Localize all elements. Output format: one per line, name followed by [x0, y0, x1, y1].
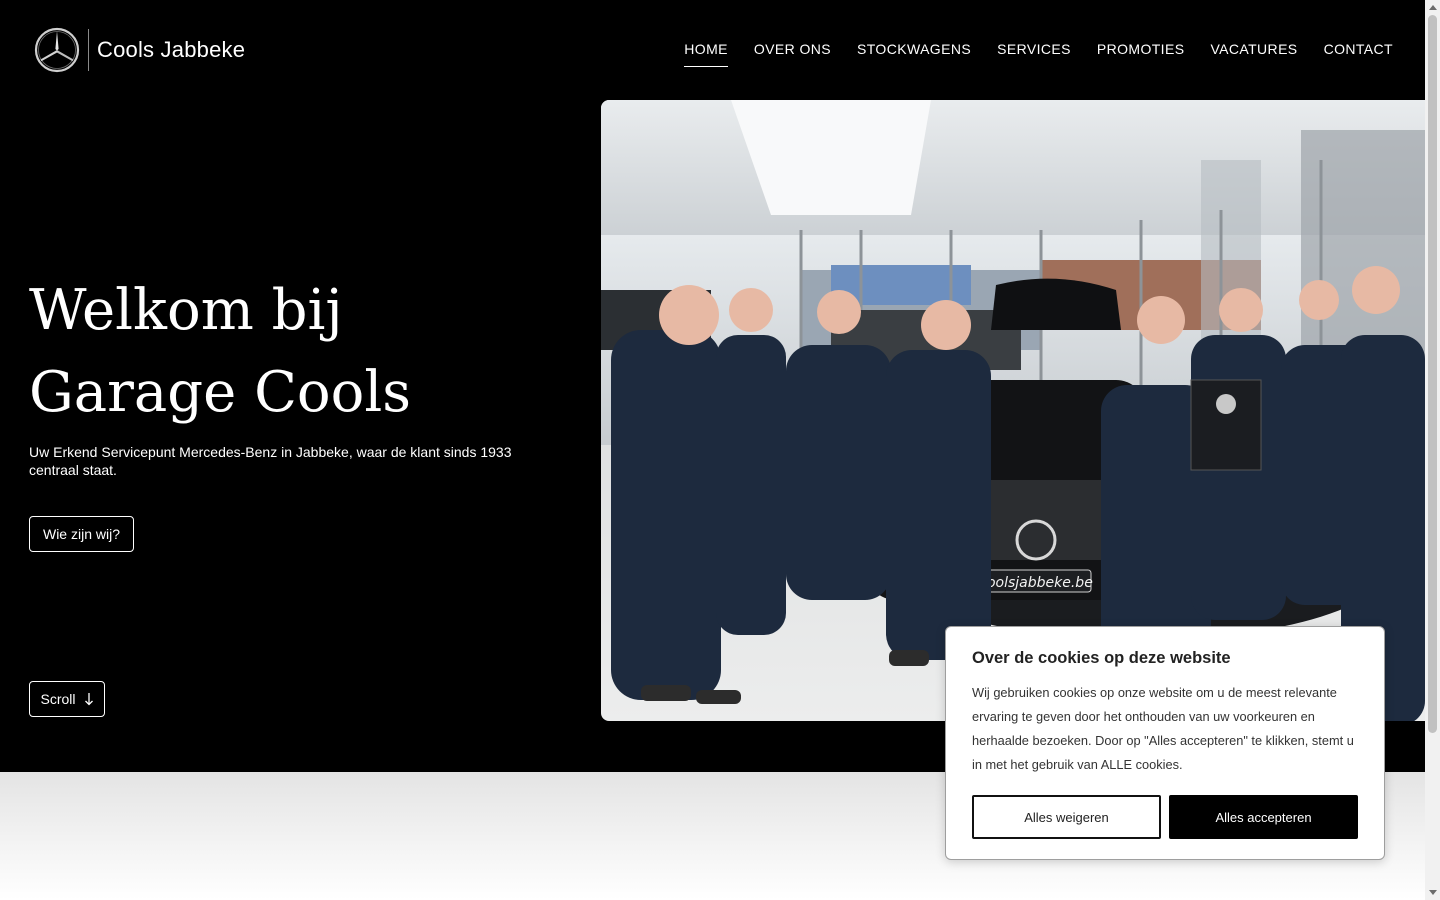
nav-item-over-ons[interactable]: OVER ONS: [754, 41, 831, 67]
hero-subtitle: Uw Erkend Servicepunt Mercedes-Benz in J…: [29, 444, 512, 478]
nav-item-home[interactable]: HOME: [684, 41, 728, 67]
who-are-we-label: Wie zijn wij?: [42, 526, 120, 542]
arrow-down-icon: [84, 693, 93, 706]
page-scrollbar[interactable]: [1425, 0, 1440, 900]
hero-title: Welkom bij Garage Cools: [29, 278, 411, 425]
who-are-we-button[interactable]: Wie zijn wij?: [29, 516, 134, 552]
plate-text: Coolsjabbeke.be: [977, 575, 1093, 591]
nav-item-vacatures[interactable]: VACATURES: [1210, 41, 1297, 67]
logo-divider: [88, 29, 89, 71]
cookie-consent-dialog: Over de cookies op deze website Wij gebr…: [945, 626, 1385, 860]
scroll-up-icon[interactable]: [1429, 5, 1437, 10]
brand-name: Cools Jabbeke: [97, 37, 246, 62]
cookie-title: Over de cookies op deze website: [972, 649, 1231, 667]
reject-all-button[interactable]: Alles weigeren: [972, 795, 1161, 839]
cookie-buttons: Alles weigeren Alles accepteren: [972, 795, 1358, 839]
scroll-down-icon[interactable]: [1429, 890, 1437, 895]
scroll-label: Scroll: [40, 691, 76, 707]
mercedes-star-icon: [34, 27, 80, 73]
brand-logo[interactable]: Cools Jabbeke: [34, 27, 245, 73]
nav-item-services[interactable]: SERVICES: [997, 41, 1071, 67]
nav-item-contact[interactable]: CONTACT: [1324, 41, 1393, 67]
nav-item-stockwagens[interactable]: STOCKWAGENS: [857, 41, 971, 67]
cookie-description: Wij gebruiken cookies op onze website om…: [972, 685, 1354, 772]
nav-item-promoties[interactable]: PROMOTIES: [1097, 41, 1185, 67]
scrollbar-thumb[interactable]: [1428, 15, 1437, 733]
accept-all-button[interactable]: Alles accepteren: [1169, 795, 1358, 839]
main-navigation: HOME OVER ONS STOCKWAGENS SERVICES PROMO…: [684, 41, 1393, 67]
scroll-button[interactable]: Scroll: [29, 681, 105, 717]
